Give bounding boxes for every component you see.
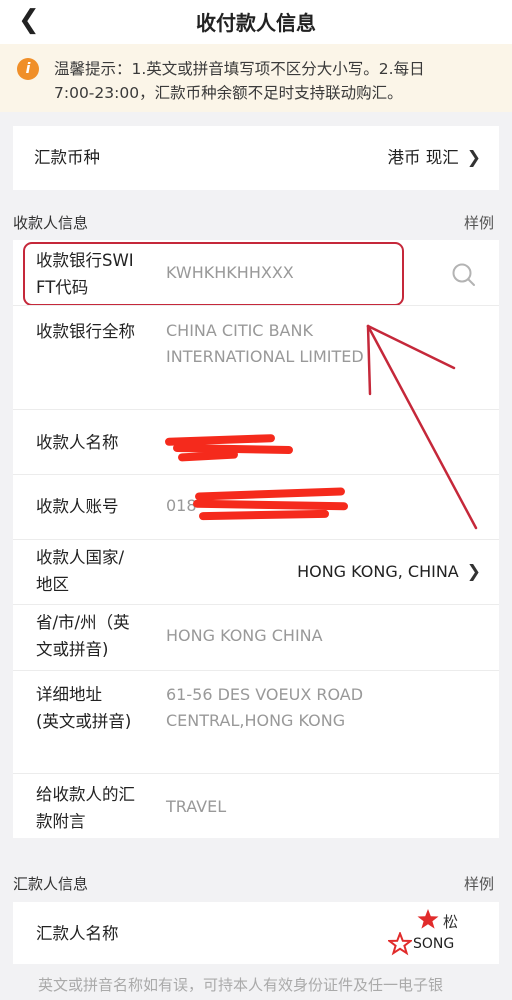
payee-section-title: 收款人信息 [13,214,89,232]
currency-label: 汇款币种 [34,148,100,167]
bank-name-line1: CHINA CITIC BANK [166,321,313,340]
search-icon[interactable] [451,262,477,288]
country-label: 收款人国家/ 地区 [36,544,124,598]
bank-name-label: 收款银行全称 [36,322,135,341]
chevron-right-icon: ❯ [466,562,481,582]
swift-highlight-box [23,242,404,306]
remitter-name-en: SONG [413,936,455,952]
divider [13,670,499,671]
notice-line-1: 温馨提示：1.英文或拼音填写项不区分大小写。2.每日 [54,60,425,78]
remitter-name-cn: 松 [443,913,459,931]
divider [13,604,499,605]
info-icon: i [17,58,39,80]
divider [13,305,499,306]
top-nav-bar: ❮ 收付款人信息 [0,0,512,44]
country-label-line2: 地区 [36,575,69,594]
redaction-mark [177,450,239,462]
account-label: 收款人账号 [36,497,119,516]
country-label-line1: 收款人国家/ [36,548,125,567]
province-value[interactable]: HONG KONG CHINA [166,623,323,649]
province-label-line1: 省/市/州（英 [36,613,130,632]
hint-text: 英文或拼音名称如有误，可持本人有效身份证件及任一电子银 [38,976,444,994]
payee-card: 收款银行SWI FT代码 KWHKHKHHXXX 收款银行全称 CHINA CI… [13,240,499,838]
notice-text: 温馨提示：1.英文或拼音填写项不区分大小写。2.每日 7:00-23:00，汇款… [54,57,492,105]
address-label: 详细地址 (英文或拼音) [36,681,131,735]
payee-example-link[interactable]: 样例 [464,212,494,233]
divider [13,539,499,540]
payee-name-label: 收款人名称 [36,433,119,452]
remitter-card: 汇款人名称 松 SONG [13,902,499,964]
remitter-name-label: 汇款人名称 [36,924,119,943]
remark-label-line1: 给收款人的汇 [36,785,135,804]
star-outline-icon [388,932,412,956]
remitter-section-title: 汇款人信息 [13,875,89,893]
currency-value-wrap: 港币 现汇 ❯ [388,144,482,172]
bank-name-value: CHINA CITIC BANK INTERNATIONAL LIMITED [166,318,364,370]
chevron-right-icon: ❯ [466,148,481,168]
bank-name-line2: INTERNATIONAL LIMITED [166,347,364,366]
divider [13,409,499,410]
star-icon [417,909,439,929]
address-label-line1: 详细地址 [36,685,102,704]
province-label: 省/市/州（英 文或拼音) [36,609,130,663]
address-line1: 61-56 DES VOEUX ROAD [166,685,364,704]
remitter-example-link[interactable]: 样例 [464,873,494,894]
country-value: HONG KONG, CHINA [297,562,459,581]
remark-label-line2: 款附言 [36,812,86,831]
address-line2: CENTRAL,HONG KONG [166,711,346,730]
redaction-mark [194,487,346,501]
account-value[interactable]: 018 [166,493,197,519]
remark-label: 给收款人的汇 款附言 [36,781,135,835]
remark-value[interactable]: TRAVEL [166,794,226,820]
divider [13,773,499,774]
divider [13,474,499,475]
address-value[interactable]: 61-56 DES VOEUX ROAD CENTRAL,HONG KONG [166,682,363,734]
notice-line-2: 7:00-23:00，汇款币种余额不足时支持联动购汇。 [54,84,403,102]
country-select[interactable]: HONG KONG, CHINA ❯ [297,559,481,585]
currency-row[interactable]: 汇款币种 港币 现汇 ❯ [13,126,499,190]
province-label-line2: 文或拼音) [36,640,109,659]
notice-banner: i 温馨提示：1.英文或拼音填写项不区分大小写。2.每日 7:00-23:00，… [0,44,512,112]
redaction-mark [192,499,349,511]
page-title: 收付款人信息 [196,11,316,35]
currency-value: 港币 现汇 [387,148,459,167]
address-label-line2: (英文或拼音) [36,712,132,731]
redaction-mark [198,509,330,521]
